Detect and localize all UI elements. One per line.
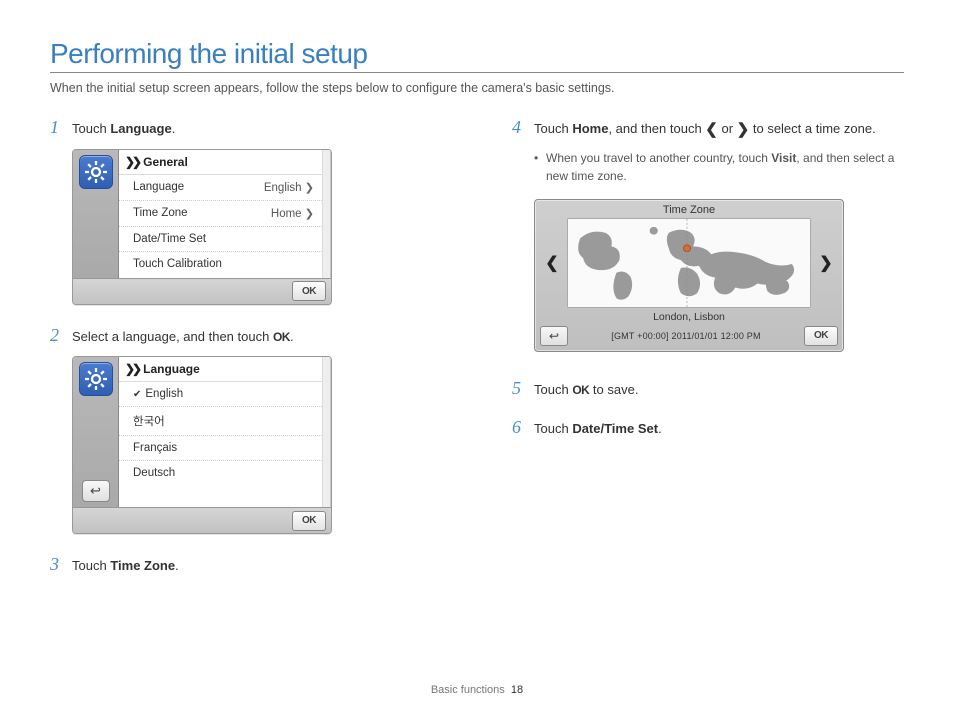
step-text: Touch OK to save. [534, 380, 638, 400]
page-footer: Basic functions 18 [0, 684, 954, 696]
step-text: Touch Time Zone. [72, 556, 179, 576]
check-icon: ✔ [133, 389, 141, 400]
back-button[interactable]: ↩ [540, 326, 568, 346]
step-4-bullet: • When you travel to another country, to… [534, 149, 904, 185]
step-4: 4 Touch Home, and then touch ❮ or ❯ to s… [512, 117, 904, 352]
right-column: 4 Touch Home, and then touch ❮ or ❯ to s… [512, 117, 904, 594]
step-number: 3 [50, 554, 64, 575]
step-2: 2 Select a language, and then touch OK. … [50, 325, 442, 535]
title-rule [50, 72, 904, 73]
step-text: Touch Date/Time Set. [534, 419, 662, 439]
ok-icon: OK [572, 381, 589, 399]
back-arrow-icon: ↩ [549, 329, 559, 343]
lang-item-french[interactable]: Français [119, 436, 322, 461]
general-header: ❯❯General [119, 150, 322, 175]
language-header: ❯❯Language [119, 357, 322, 382]
page-title: Performing the initial setup [50, 38, 904, 70]
list-item-language[interactable]: Language English ❯ [119, 175, 322, 201]
chevron-left-icon: ❮ [545, 253, 558, 273]
step-number: 4 [512, 117, 526, 138]
step-text: Touch Language. [72, 119, 175, 139]
step-3: 3 Touch Time Zone. [50, 554, 442, 576]
step-1: 1 Touch Language. ❯❯General [50, 117, 442, 305]
list-item-touchcal[interactable]: Touch Calibration [119, 252, 322, 276]
ok-button[interactable]: OK [292, 511, 326, 531]
chevron-right-icon: ❯ [305, 182, 314, 194]
step-number: 5 [512, 378, 526, 399]
list-item-timezone[interactable]: Time Zone Home ❯ [119, 201, 322, 227]
step-text: Select a language, and then touch OK. [72, 327, 294, 347]
world-map[interactable] [567, 218, 811, 308]
chevron-right-icon: ❯ [819, 253, 832, 273]
step-number: 1 [50, 117, 64, 138]
timezone-gmt-label: [GMT +00:00] 2011/01/01 12:00 PM [574, 331, 798, 341]
lang-item-german[interactable]: Deutsch [119, 461, 322, 485]
timezone-title: Time Zone [535, 200, 843, 218]
gear-icon [79, 155, 113, 189]
scrollbar[interactable] [322, 150, 330, 278]
bullet-icon: • [534, 149, 540, 185]
prev-timezone-button[interactable]: ❮ [541, 228, 563, 298]
step-6: 6 Touch Date/Time Set. [512, 417, 904, 439]
step-text: Touch Home, and then touch ❮ or ❯ to sel… [534, 119, 876, 139]
lang-item-korean[interactable]: 한국어 [119, 407, 322, 436]
next-timezone-button[interactable]: ❯ [815, 228, 837, 298]
back-arrow-icon: ↩ [90, 483, 101, 499]
panel-sidebar [73, 150, 119, 278]
timezone-panel: Time Zone ❮ [534, 199, 844, 352]
left-column: 1 Touch Language. ❯❯General [50, 117, 442, 594]
scrollbar[interactable] [322, 357, 330, 507]
page-subtitle: When the initial setup screen appears, f… [50, 81, 904, 95]
back-button[interactable]: ↩ [82, 480, 110, 502]
step-5: 5 Touch OK to save. [512, 378, 904, 400]
panel-sidebar: ↩ [73, 357, 119, 507]
timezone-city: London, Lisbon [535, 311, 843, 323]
ok-button[interactable]: OK [804, 326, 838, 346]
lang-item-english[interactable]: ✔English [119, 382, 322, 407]
language-panel: ↩ ❯❯Language ✔English 한국어 [72, 356, 332, 534]
list-item-datetime[interactable]: Date/Time Set [119, 227, 322, 252]
language-list: ❯❯Language ✔English 한국어 Français [119, 357, 322, 507]
content-columns: 1 Touch Language. ❯❯General [50, 117, 904, 594]
ok-button[interactable]: OK [292, 281, 326, 301]
general-settings-panel: ❯❯General Language English ❯ Time Zone H… [72, 149, 332, 305]
general-list: ❯❯General Language English ❯ Time Zone H… [119, 150, 322, 278]
step-number: 2 [50, 325, 64, 346]
chevron-right-icon: ❯ [305, 208, 314, 220]
gear-icon [79, 362, 113, 396]
ok-icon: OK [273, 328, 290, 346]
step-number: 6 [512, 417, 526, 438]
